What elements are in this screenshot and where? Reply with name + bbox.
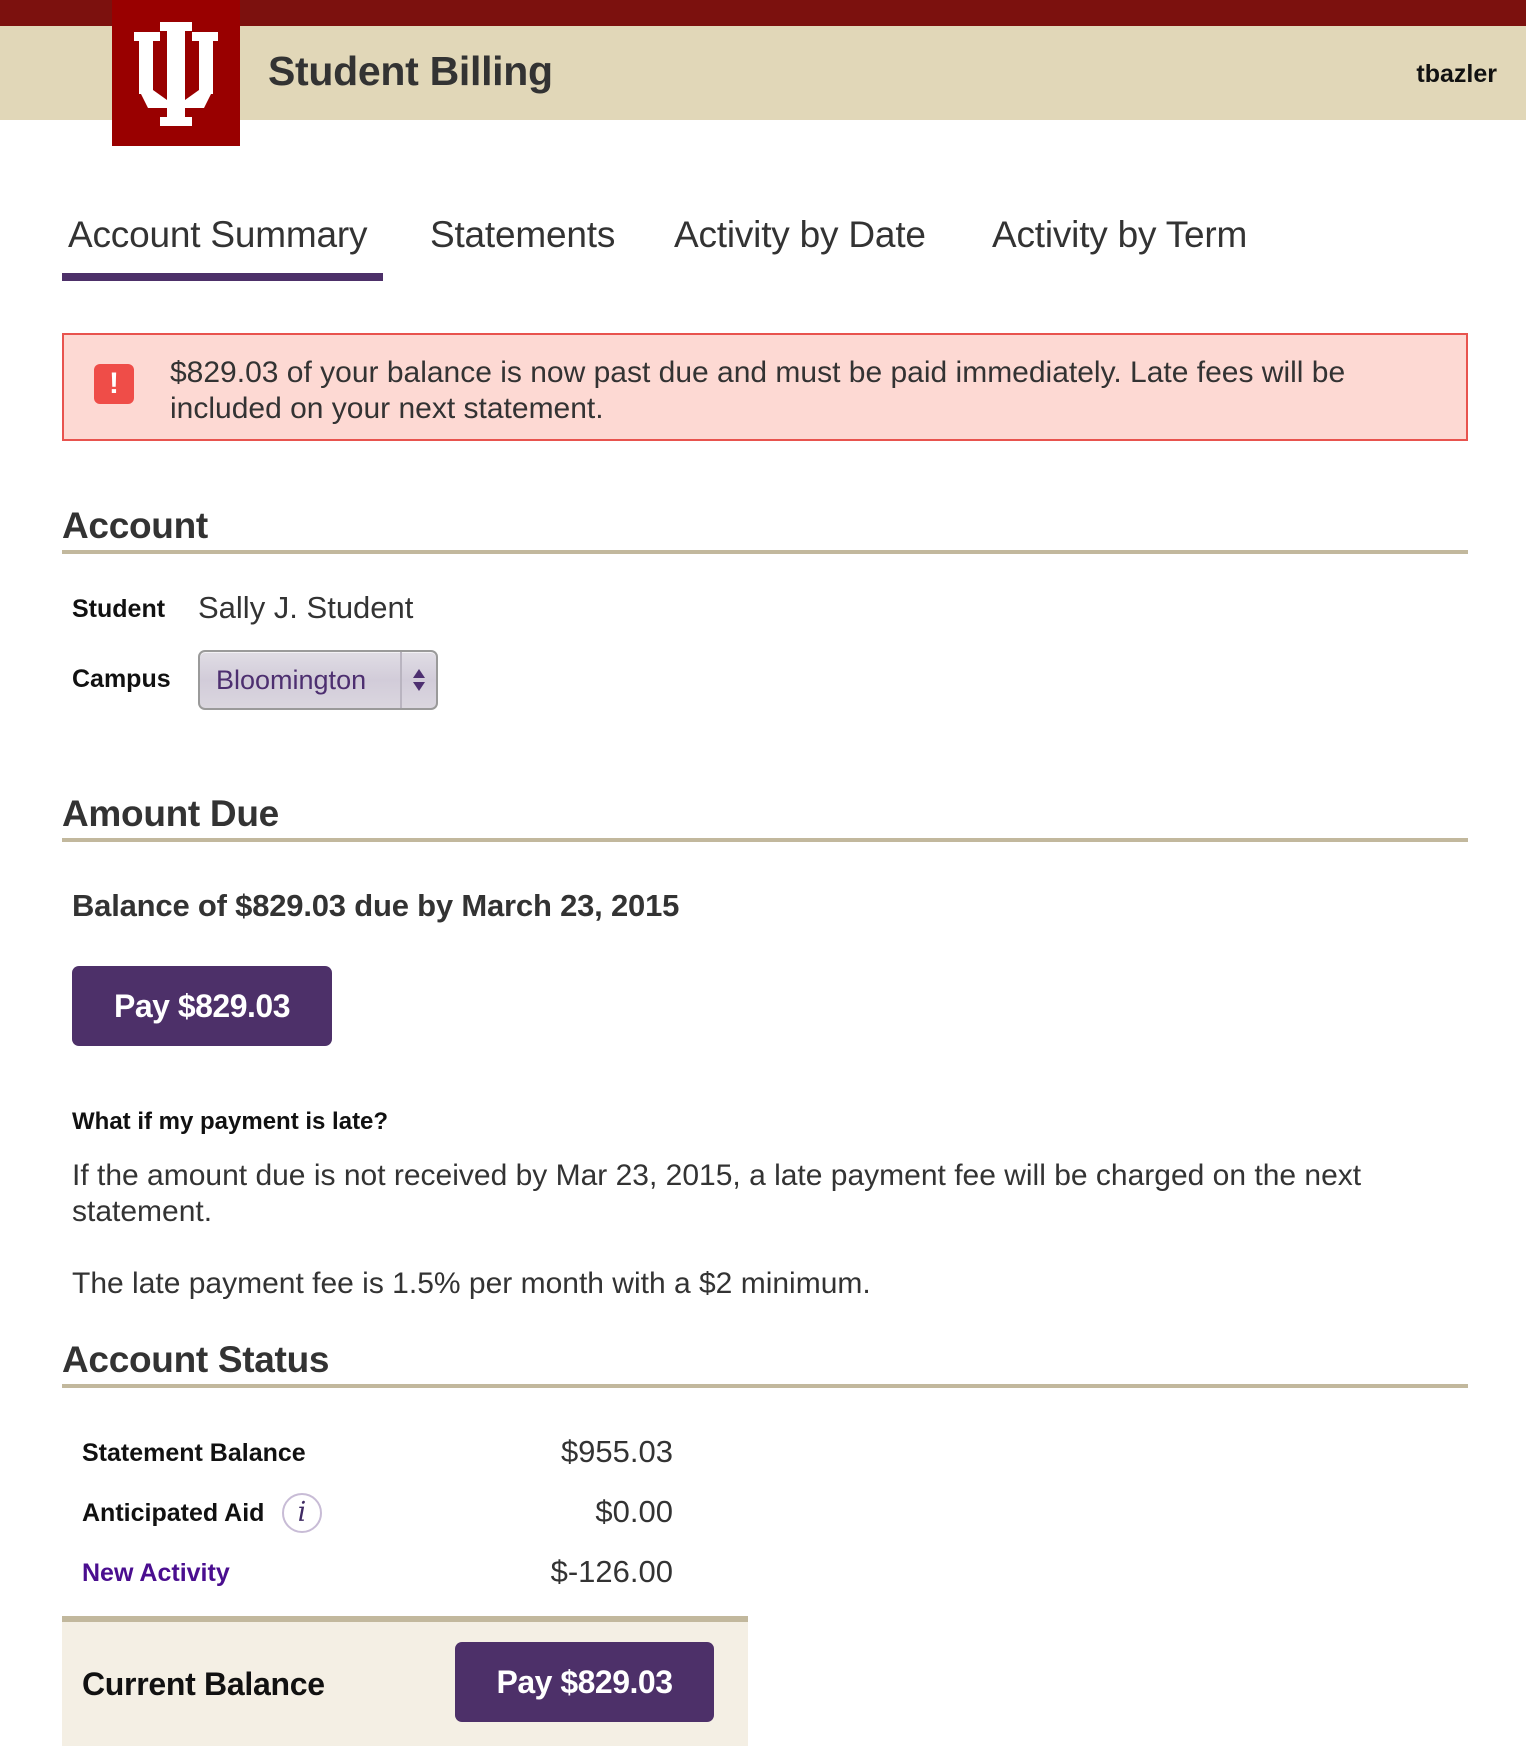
exclamation-icon: !: [94, 364, 134, 404]
section-divider: [62, 838, 1468, 842]
username[interactable]: tbazler: [1416, 60, 1497, 89]
app-title: Student Billing: [268, 48, 553, 94]
section-title-account-status: Account Status: [62, 1339, 330, 1380]
alert-message: $829.03 of your balance is now past due …: [170, 356, 1346, 425]
campus-select-value: Bloomington: [216, 665, 367, 695]
new-activity-value: $-126.00: [550, 1554, 673, 1589]
iu-trident-icon: [134, 22, 218, 126]
new-activity-link[interactable]: New Activity: [82, 1559, 230, 1588]
student-name: Sally J. Student: [198, 590, 414, 625]
tab-account-summary[interactable]: Account Summary: [61, 214, 384, 281]
late-payment-paragraph: If the amount due is not received by Mar…: [72, 1159, 1362, 1228]
statement-balance-value: $955.03: [560, 1434, 673, 1469]
section-divider: [62, 550, 1468, 554]
tab-activity-by-date[interactable]: Activity by Date: [674, 214, 926, 256]
campus-label: Campus: [72, 665, 171, 693]
balance-due-text: Balance of $829.03 due by March 23, 2015: [72, 888, 680, 923]
section-title-account: Account: [62, 505, 208, 546]
late-payment-question: What if my payment is late?: [72, 1108, 389, 1135]
late-fee-paragraph: The late payment fee is 1.5% per month w…: [72, 1267, 871, 1300]
iu-logo[interactable]: [112, 0, 240, 146]
select-arrows-icon: [413, 669, 425, 691]
current-balance-label: Current Balance: [82, 1666, 325, 1702]
tab-activity-by-term[interactable]: Activity by Term: [992, 214, 1247, 256]
section-title-amount-due: Amount Due: [62, 793, 279, 834]
anticipated-aid-value: $0.00: [595, 1494, 673, 1529]
anticipated-aid-label: Anticipated Aid: [82, 1499, 265, 1527]
campus-select[interactable]: Bloomington: [198, 650, 438, 710]
info-icon[interactable]: i: [282, 1493, 322, 1533]
statement-balance-label: Statement Balance: [82, 1439, 306, 1467]
pay-current-balance-button[interactable]: Pay $829.03: [455, 1642, 714, 1722]
select-divider: [400, 652, 402, 708]
student-label: Student: [72, 595, 166, 623]
past-due-alert: ! $829.03 of your balance is now past du…: [62, 333, 1468, 441]
section-divider: [62, 1384, 1468, 1388]
tab-statements[interactable]: Statements: [430, 214, 615, 256]
pay-button[interactable]: Pay $829.03: [72, 966, 332, 1046]
